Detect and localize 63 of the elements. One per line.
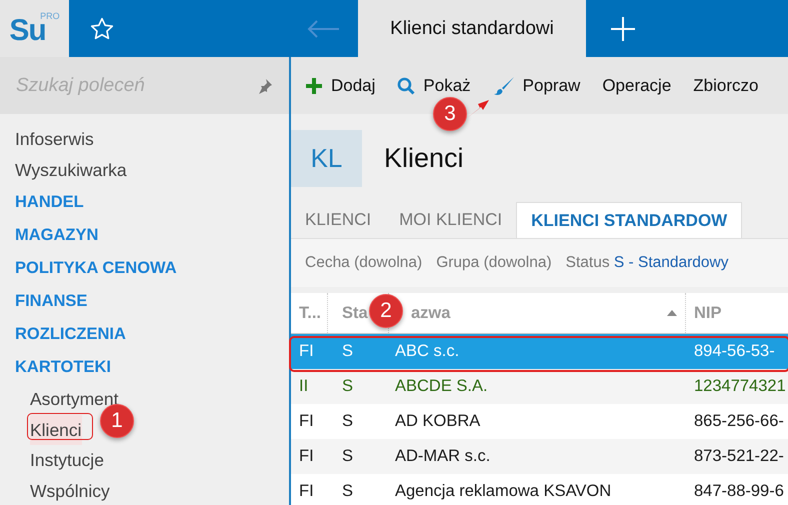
- table-cell-text: S: [341, 377, 354, 396]
- table-cell-text: FI: [298, 482, 315, 501]
- view-tab[interactable]: KLIENCI STANDARDOW: [516, 202, 742, 238]
- menu-item[interactable]: Klienci: [30, 414, 82, 445]
- table-cell-text: FI: [298, 342, 315, 361]
- table-row[interactable]: FI S Agencja reklamowa KSAVON 847-88-99-6: [291, 474, 788, 505]
- menu-item[interactable]: Instytucje: [30, 445, 104, 476]
- view-tab[interactable]: KLIENCI: [291, 202, 386, 238]
- menu-section[interactable]: ROZLICZENIA: [15, 318, 126, 351]
- menu-item[interactable]: Infoserwis: [15, 124, 94, 155]
- document-tab[interactable]: Klienci standardowi: [358, 0, 586, 57]
- toolbar-button[interactable]: Pokaż: [397, 76, 471, 96]
- table-cell-text: 1234774321: [693, 377, 787, 396]
- menu-section[interactable]: HANDEL: [15, 186, 84, 219]
- menu-section[interactable]: POLITYKA CENOWA: [15, 252, 177, 285]
- filter-link[interactable]: Status S - Standardowy: [566, 254, 728, 272]
- table-cell-text: 873-521-22-: [693, 447, 785, 466]
- toolbar-button[interactable]: Dodaj: [305, 76, 376, 96]
- table-cell-text: 847-88-99-6: [693, 482, 785, 501]
- table-cell-text: ABC s.c.: [394, 342, 460, 361]
- table-row[interactable]: FI S AD KOBRA 865-256-66-: [291, 404, 788, 439]
- toolbar-button[interactable]: Operacje: [602, 76, 672, 96]
- search-bar[interactable]: Szukaj poleceń: [0, 57, 289, 114]
- sort-up-icon[interactable]: [667, 310, 677, 316]
- table-cell-text: Agencja reklamowa KSAVON: [394, 482, 612, 501]
- pointer-arrow: [466, 99, 490, 119]
- table-cell-text: 865-256-66-: [693, 412, 785, 431]
- table-cell-text: S: [341, 482, 354, 501]
- menu-item[interactable]: Wyszukiwarka: [15, 155, 127, 186]
- table-cell-text: S: [341, 412, 354, 431]
- table-cell-text: S: [341, 447, 354, 466]
- table-row[interactable]: FI S ABC s.c. 894-56-53-: [291, 334, 788, 369]
- menu-item[interactable]: Wspólnicy: [30, 476, 110, 505]
- pin-icon[interactable]: [257, 78, 273, 94]
- table-cell-text: 894-56-53-: [693, 342, 776, 361]
- menu-section[interactable]: FINANSE: [15, 285, 88, 318]
- table-cell-text: AD KOBRA: [394, 412, 482, 431]
- filter-link[interactable]: Grupa (dowolna): [436, 254, 552, 272]
- step-number: 1: [100, 404, 134, 438]
- page-title: Klienci: [384, 142, 464, 174]
- table-cell-text: FI: [298, 447, 315, 466]
- highlight-frame: [27, 413, 93, 440]
- toolbar-button[interactable]: Zbiorczo: [693, 76, 758, 96]
- module-badge: KL: [291, 130, 362, 186]
- table-cell-text: II: [298, 377, 310, 396]
- filter-link[interactable]: Cecha (dowolna): [305, 254, 422, 272]
- table-cell-text: S: [341, 342, 354, 361]
- star-icon[interactable]: [89, 16, 115, 42]
- table-cell-text: FI: [298, 412, 315, 431]
- table-row[interactable]: II S ABCDE S.A. 1234774321: [291, 369, 788, 404]
- plus-icon[interactable]: [610, 16, 636, 42]
- view-tab[interactable]: MOI KLIENCI: [385, 202, 516, 238]
- menu-section[interactable]: KARTOTEKI: [15, 351, 111, 384]
- table-cell-text: ABCDE S.A.: [394, 377, 489, 396]
- search-field[interactable]: Szukaj poleceń: [16, 74, 249, 96]
- table-cell-text: AD-MAR s.c.: [394, 447, 492, 466]
- toolbar-button[interactable]: Popraw: [492, 76, 580, 96]
- brush-icon: [492, 76, 515, 96]
- plus-icon: [305, 76, 323, 94]
- search-icon: [397, 76, 416, 94]
- app-logo: Su$^{PRO}$: [9, 10, 60, 46]
- menu-section[interactable]: MAGAZYN: [15, 219, 98, 252]
- table-row[interactable]: FI S AD-MAR s.c. 873-521-22-: [291, 439, 788, 474]
